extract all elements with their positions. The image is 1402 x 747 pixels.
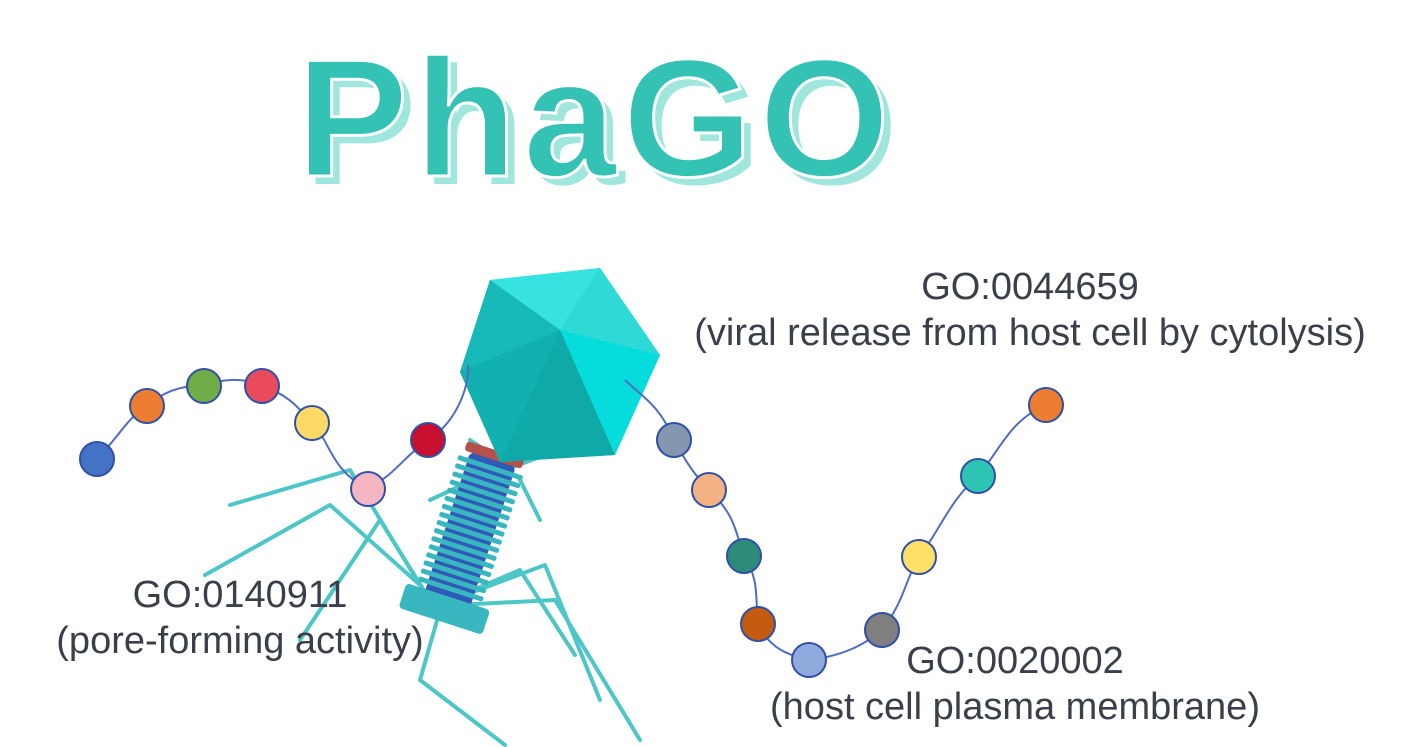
go-term-description: (pore-forming activity) xyxy=(56,620,424,662)
go-term-id: GO:0020002 xyxy=(906,640,1124,682)
go-label-plasma-membrane: GO:0020002 (host cell plasma membrane) xyxy=(740,638,1290,730)
protein-bead xyxy=(691,472,727,508)
protein-bead xyxy=(129,388,165,424)
protein-bead xyxy=(656,422,692,458)
protein-bead xyxy=(410,422,446,458)
go-term-id: GO:0044659 xyxy=(921,266,1139,308)
protein-bead xyxy=(79,441,115,477)
title: PhaGO xyxy=(296,24,895,212)
protein-bead xyxy=(294,405,330,441)
go-term-description: (viral release from host cell by cytolys… xyxy=(694,312,1366,354)
phage-head xyxy=(460,268,660,462)
go-label-viral-release: GO:0044659 (viral release from host cell… xyxy=(670,264,1390,356)
title-group: PhaGO PhaGO xyxy=(295,23,898,221)
protein-bead xyxy=(726,538,762,574)
protein-bead xyxy=(350,471,386,507)
go-term-id: GO:0140911 xyxy=(132,574,348,616)
chain-left xyxy=(79,368,446,507)
protein-bead xyxy=(901,539,937,575)
protein-bead xyxy=(186,368,222,404)
protein-bead xyxy=(244,368,280,404)
go-label-pore-forming: GO:0140911 (pore-forming activity) xyxy=(30,572,450,664)
chain-left-connector xyxy=(96,364,470,491)
phage-fiber xyxy=(518,478,542,522)
protein-bead xyxy=(740,606,776,642)
go-term-description: (host cell plasma membrane) xyxy=(770,686,1260,728)
protein-bead xyxy=(1028,387,1064,423)
protein-bead xyxy=(960,458,996,494)
chain-right xyxy=(656,387,1064,678)
chain-right-connector xyxy=(624,379,1047,662)
phage-leg xyxy=(228,468,422,587)
